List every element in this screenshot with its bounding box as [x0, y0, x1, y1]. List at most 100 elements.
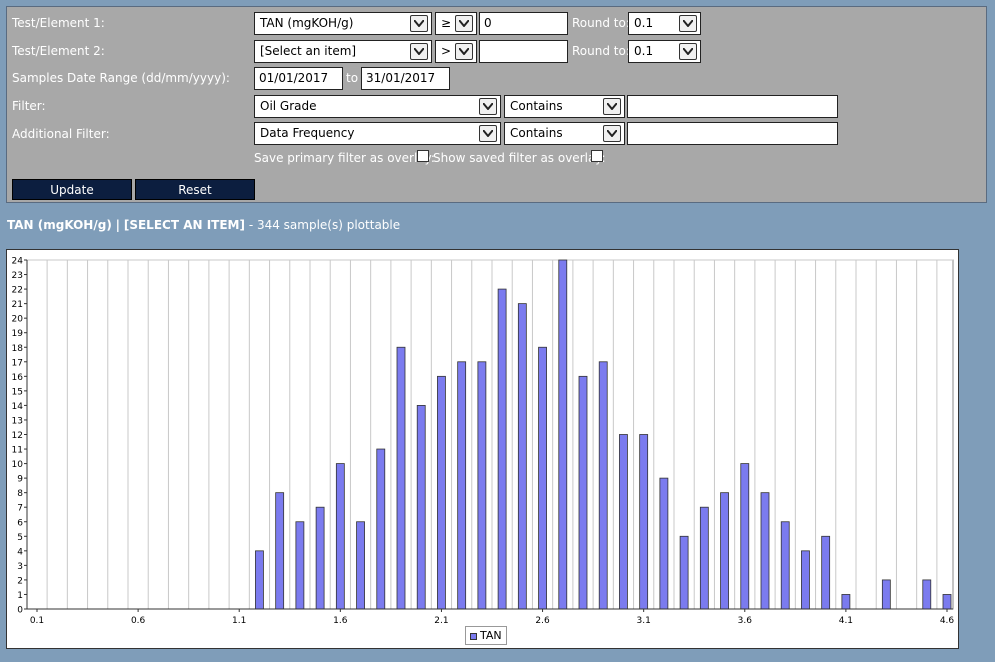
summary-test-2: [SELECT AN ITEM]	[123, 218, 245, 232]
y-tick-label: 11	[12, 446, 23, 456]
bar-2.5	[517, 303, 527, 610]
round-to-2-select[interactable]: 0.1	[628, 40, 701, 63]
bar-4.1	[841, 594, 851, 610]
show-overlay-label: Show saved filter as overlay:	[433, 151, 606, 165]
y-tick-label: 19	[12, 329, 24, 339]
x-tick-label: 4.1	[839, 616, 853, 626]
operator-2-value: >	[441, 44, 452, 58]
bar-1.7	[356, 521, 365, 610]
filter-field-select[interactable]: Oil Grade	[254, 95, 501, 118]
x-tick-label: 0.1	[30, 616, 44, 626]
additional-filter-field-select[interactable]: Data Frequency	[254, 122, 501, 145]
summary-separator: |	[115, 218, 121, 232]
round-to-2-label: Round to:	[572, 44, 630, 58]
date-to-input[interactable]: 31/01/2017	[361, 67, 450, 90]
bar-1.5	[315, 506, 325, 610]
bar-3.2	[659, 477, 669, 610]
x-tick-label: 2.6	[535, 616, 550, 626]
chevron-down-icon	[410, 15, 428, 32]
histogram-chart: 0 1 2 3 4 5 6 7 8 9 10 11 12 13 14 15 16 17 18 19 20 21 22 23 24…	[6, 249, 959, 649]
save-overlay-label: Save primary filter as overlay:	[254, 151, 435, 165]
operator-1-select[interactable]: ≥	[435, 12, 477, 35]
y-tick-label: 7	[17, 504, 23, 514]
y-tick-label: 6	[17, 518, 23, 528]
bar-3.5	[720, 492, 729, 610]
chart-canvas: 0123456789101112131415161718192021222324…	[12, 257, 955, 627]
y-tick-label: 5	[17, 533, 23, 543]
test-element-2-select[interactable]: [Select an item]	[254, 40, 432, 63]
additional-filter-field-value: Data Frequency	[260, 126, 355, 140]
chevron-down-icon	[455, 43, 473, 60]
save-overlay-checkbox[interactable]	[417, 150, 429, 162]
y-tick-label: 13	[12, 416, 23, 426]
bar-2.8	[578, 375, 588, 610]
date-from-input[interactable]: 01/01/2017	[254, 67, 343, 90]
y-tick-label: 23	[12, 271, 23, 281]
chevron-down-icon	[603, 98, 621, 115]
bar-1.9	[396, 346, 406, 610]
date-range-label: Samples Date Range (dd/mm/yyyy):	[12, 71, 230, 85]
bar-2.3	[477, 361, 487, 610]
update-button[interactable]: Update	[12, 179, 132, 200]
chevron-down-icon	[679, 15, 697, 32]
additional-filter-mode-select[interactable]: Contains	[504, 122, 625, 145]
reset-button[interactable]: Reset	[135, 179, 255, 200]
y-tick-label: 8	[17, 489, 23, 499]
test-element-1-select[interactable]: TAN (mgKOH/g)	[254, 12, 432, 35]
bar-4.0	[821, 535, 831, 610]
bar-4.6	[942, 594, 952, 610]
y-tick-label: 3	[17, 562, 23, 572]
operator-1-value: ≥	[441, 16, 452, 30]
show-overlay-checkbox[interactable]	[591, 150, 603, 162]
filter-label: Filter:	[12, 99, 46, 113]
filter-panel: Test/Element 1: TAN (mgKOH/g) ≥ 0 Round …	[6, 6, 987, 203]
x-tick-label: 1.1	[232, 616, 246, 626]
bar-2.0	[416, 405, 426, 610]
chart-legend: TAN	[465, 626, 507, 645]
y-tick-label: 24	[12, 257, 24, 267]
y-tick-label: 20	[12, 315, 24, 325]
bar-2.9	[598, 361, 608, 610]
bar-3.6	[740, 463, 750, 610]
summary-sample-count: - 344 sample(s) plottable	[248, 218, 401, 232]
y-tick-label: 12	[12, 431, 23, 441]
legend-label: TAN	[480, 629, 502, 642]
y-tick-label: 18	[12, 344, 24, 354]
plot-area	[26, 259, 954, 610]
x-tick-label: 4.6	[940, 616, 955, 626]
chevron-down-icon	[455, 15, 473, 32]
operator-2-select[interactable]: >	[435, 40, 477, 63]
filter-value-input[interactable]	[627, 95, 838, 118]
x-tick-label: 0.6	[131, 616, 146, 626]
y-tick-label: 0	[17, 606, 23, 616]
test-element-2-value: [Select an item]	[260, 44, 357, 58]
bar-3.7	[760, 492, 770, 610]
bar-3.0	[619, 434, 628, 610]
bar-1.4	[295, 521, 305, 610]
bar-1.3	[275, 492, 285, 610]
filter-field-value: Oil Grade	[260, 99, 317, 113]
plot-summary: TAN (mgKOH/g) | [SELECT AN ITEM] - 344 s…	[7, 218, 400, 232]
round-to-1-select[interactable]: 0.1	[628, 12, 701, 35]
additional-filter-value-input[interactable]	[627, 122, 838, 145]
y-tick-label: 22	[12, 286, 23, 296]
bar-3.3	[679, 535, 689, 610]
chevron-down-icon	[679, 43, 697, 60]
value-2-input[interactable]	[479, 40, 568, 63]
chevron-down-icon	[479, 125, 497, 142]
chevron-down-icon	[479, 98, 497, 115]
additional-filter-label: Additional Filter:	[12, 127, 110, 141]
bar-4.3	[881, 579, 891, 610]
bar-3.8	[780, 521, 790, 610]
x-tick-label: 2.1	[434, 616, 448, 626]
bar-1.8	[376, 448, 386, 610]
test-element-2-label: Test/Element 2:	[12, 44, 105, 58]
filter-mode-select[interactable]: Contains	[504, 95, 625, 118]
date-to-label: to	[346, 71, 359, 85]
x-tick-label: 3.6	[738, 616, 753, 626]
value-1-input[interactable]: 0	[479, 12, 568, 35]
y-tick-label: 4	[17, 547, 23, 557]
round-to-1-label: Round to:	[572, 16, 630, 30]
bar-3.9	[801, 550, 810, 610]
y-tick-label: 16	[12, 373, 24, 383]
